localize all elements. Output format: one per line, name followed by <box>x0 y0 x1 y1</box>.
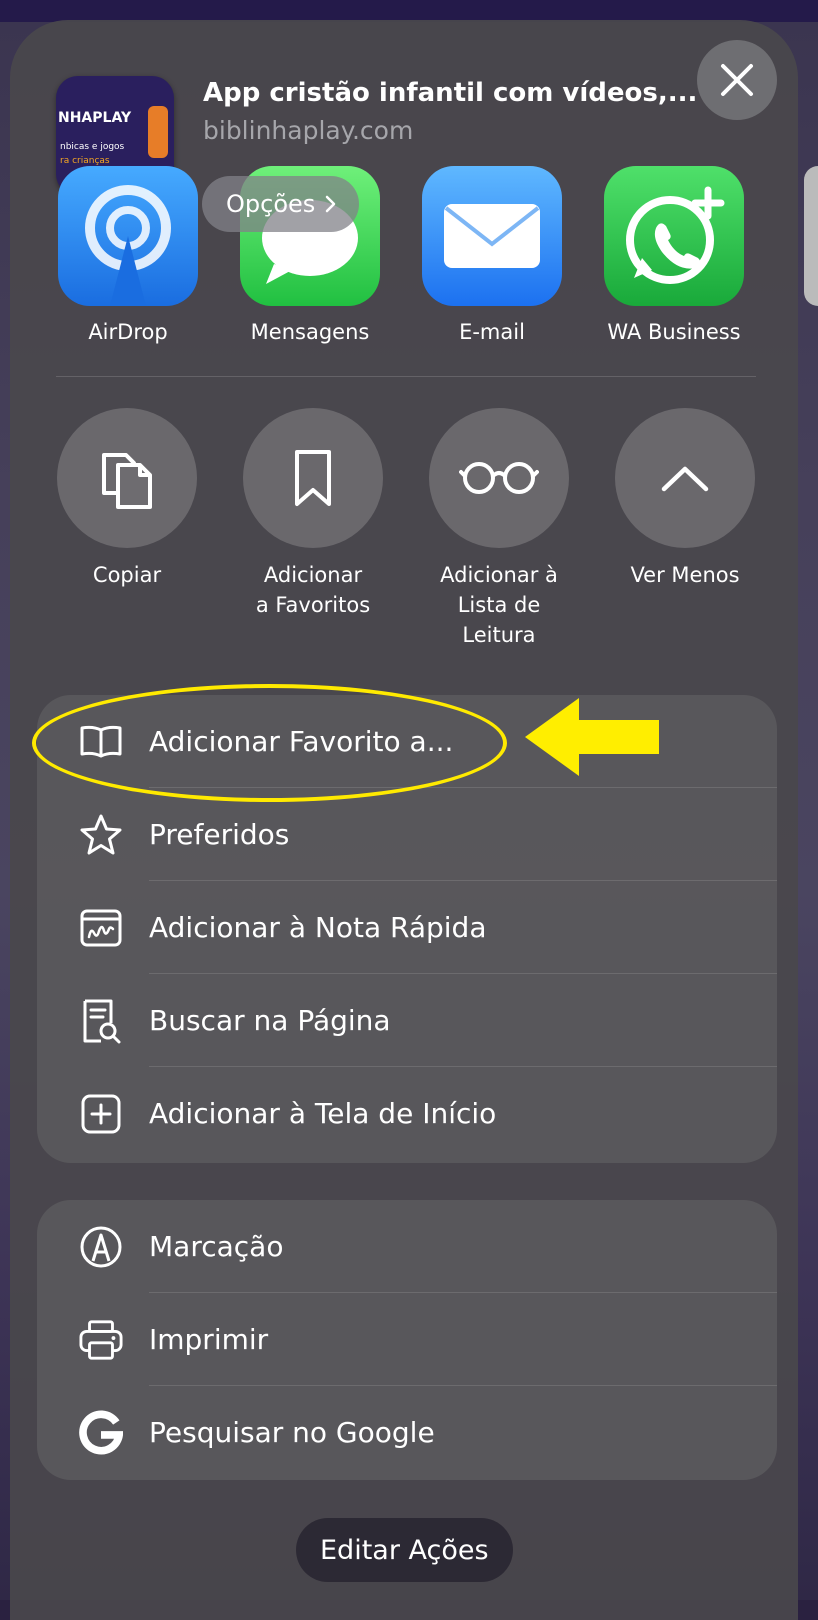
menu-item-search-google[interactable]: Pesquisar no Google <box>37 1386 777 1479</box>
menu-item-label: Adicionar à Tela de Início <box>149 1097 497 1130</box>
menu-item-label: Pesquisar no Google <box>149 1416 435 1449</box>
action-label: Ver Menos <box>630 563 740 587</box>
printer-icon <box>79 1318 123 1362</box>
app-label: Mensagens <box>250 320 370 344</box>
share-app-wa-business[interactable]: WA Business <box>604 166 744 344</box>
actions-menu-group-2: Marcação Imprimir Pesquisar no Google <box>37 1200 777 1480</box>
mail-icon <box>422 166 562 306</box>
copy-icon <box>102 453 152 509</box>
action-circle <box>615 408 755 548</box>
edit-actions-button[interactable]: Editar Ações <box>296 1518 513 1582</box>
page-title: App cristão infantil com vídeos,... <box>203 78 698 108</box>
action-label: Adicionar à Lista de Leitura <box>440 563 558 647</box>
close-icon <box>721 64 753 96</box>
options-button[interactable]: Opções <box>202 176 360 232</box>
thumbnail-line2: ra crianças <box>60 156 110 166</box>
status-bar-strip <box>0 0 818 22</box>
menu-item-label: Marcação <box>149 1230 284 1263</box>
section-divider <box>56 376 756 377</box>
action-circle <box>243 408 383 548</box>
action-circle <box>429 408 569 548</box>
action-copy[interactable]: Copiar <box>47 408 207 590</box>
menu-item-label: Imprimir <box>149 1323 269 1356</box>
action-see-less[interactable]: Ver Menos <box>605 408 765 590</box>
thumbnail-line1: nbicas e jogos <box>60 142 125 152</box>
thumbnail-brand: NHAPLAY <box>58 110 132 126</box>
menu-item-markup[interactable]: Marcação <box>37 1200 777 1293</box>
share-app-airdrop[interactable]: AirDrop <box>58 166 198 344</box>
menu-item-label: Buscar na Página <box>149 1004 391 1037</box>
google-icon <box>79 1410 123 1455</box>
share-app-next-partial[interactable] <box>804 166 818 306</box>
menu-item-find-in-page[interactable]: Buscar na Página <box>37 974 777 1067</box>
app-label: E-mail <box>459 320 525 344</box>
menu-item-label: Preferidos <box>149 818 290 851</box>
quick-note-icon <box>79 906 123 950</box>
chevron-up-icon <box>661 466 709 492</box>
chevron-right-icon <box>326 195 336 213</box>
action-label: Adicionar a Favoritos <box>255 563 371 617</box>
find-in-page-icon <box>79 999 123 1043</box>
app-label: WA Business <box>607 320 741 344</box>
menu-item-favorites[interactable]: Preferidos <box>37 788 777 881</box>
highlight-ellipse <box>32 684 507 802</box>
options-label: Opções <box>226 190 316 218</box>
add-square-icon <box>79 1092 123 1136</box>
action-reading-list[interactable]: Adicionar à Lista de Leitura <box>419 408 579 650</box>
menu-item-print[interactable]: Imprimir <box>37 1293 777 1386</box>
action-label: Copiar <box>92 563 162 587</box>
star-icon <box>79 813 123 857</box>
airdrop-icon <box>58 166 198 306</box>
action-add-favorites[interactable]: Adicionar a Favoritos <box>233 408 393 620</box>
page-url: biblinhaplay.com <box>203 116 414 145</box>
menu-item-quick-note[interactable]: Adicionar à Nota Rápida <box>37 881 777 974</box>
edit-actions-label: Editar Ações <box>320 1534 489 1566</box>
mascot-figure <box>148 106 168 158</box>
markup-icon <box>79 1225 123 1269</box>
glasses-icon <box>459 462 539 494</box>
menu-item-add-to-home-screen[interactable]: Adicionar à Tela de Início <box>37 1067 777 1160</box>
app-label: AirDrop <box>88 320 168 344</box>
share-app-email[interactable]: E-mail <box>422 166 562 344</box>
menu-item-label: Adicionar à Nota Rápida <box>149 911 487 944</box>
whatsapp-business-icon <box>604 166 744 306</box>
close-button[interactable] <box>697 40 777 120</box>
action-circle <box>57 408 197 548</box>
arrow-annotation-icon <box>525 698 659 776</box>
bookmark-icon <box>295 450 331 506</box>
